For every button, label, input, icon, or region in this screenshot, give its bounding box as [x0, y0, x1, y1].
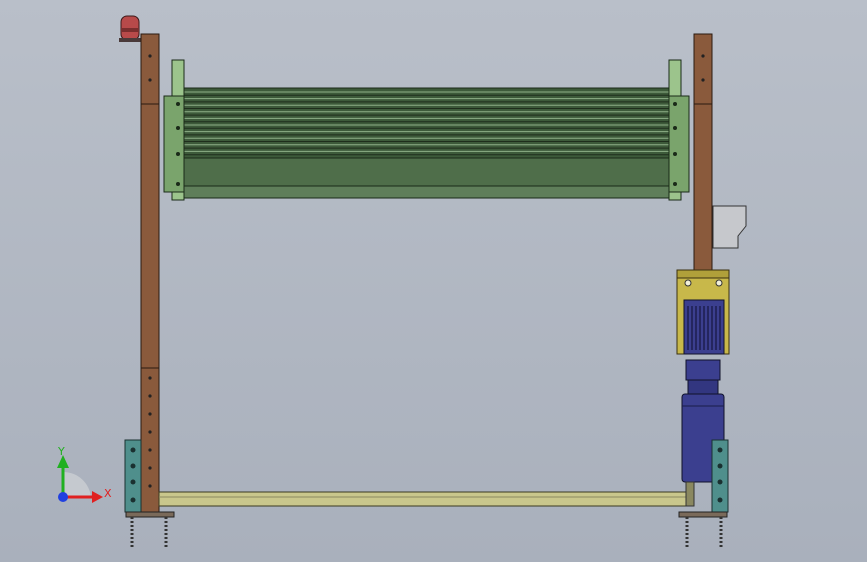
left-side-plate — [163, 59, 185, 201]
y-axis-label: Y — [57, 445, 65, 458]
z-axis-indicator — [58, 492, 68, 502]
x-axis-label: X — [104, 487, 112, 500]
left-frame-post — [140, 33, 160, 517]
right-side-plate — [668, 59, 690, 201]
right-frame-post — [693, 33, 713, 271]
base-rail — [158, 481, 695, 507]
roller-assembly — [181, 87, 673, 199]
coordinate-triad: Y X — [57, 445, 112, 503]
warning-beacon — [119, 15, 141, 42]
triad-plane-indicator — [63, 471, 91, 497]
right-side-guard — [712, 205, 747, 249]
cad-viewport[interactable]: Y X — [0, 0, 867, 562]
